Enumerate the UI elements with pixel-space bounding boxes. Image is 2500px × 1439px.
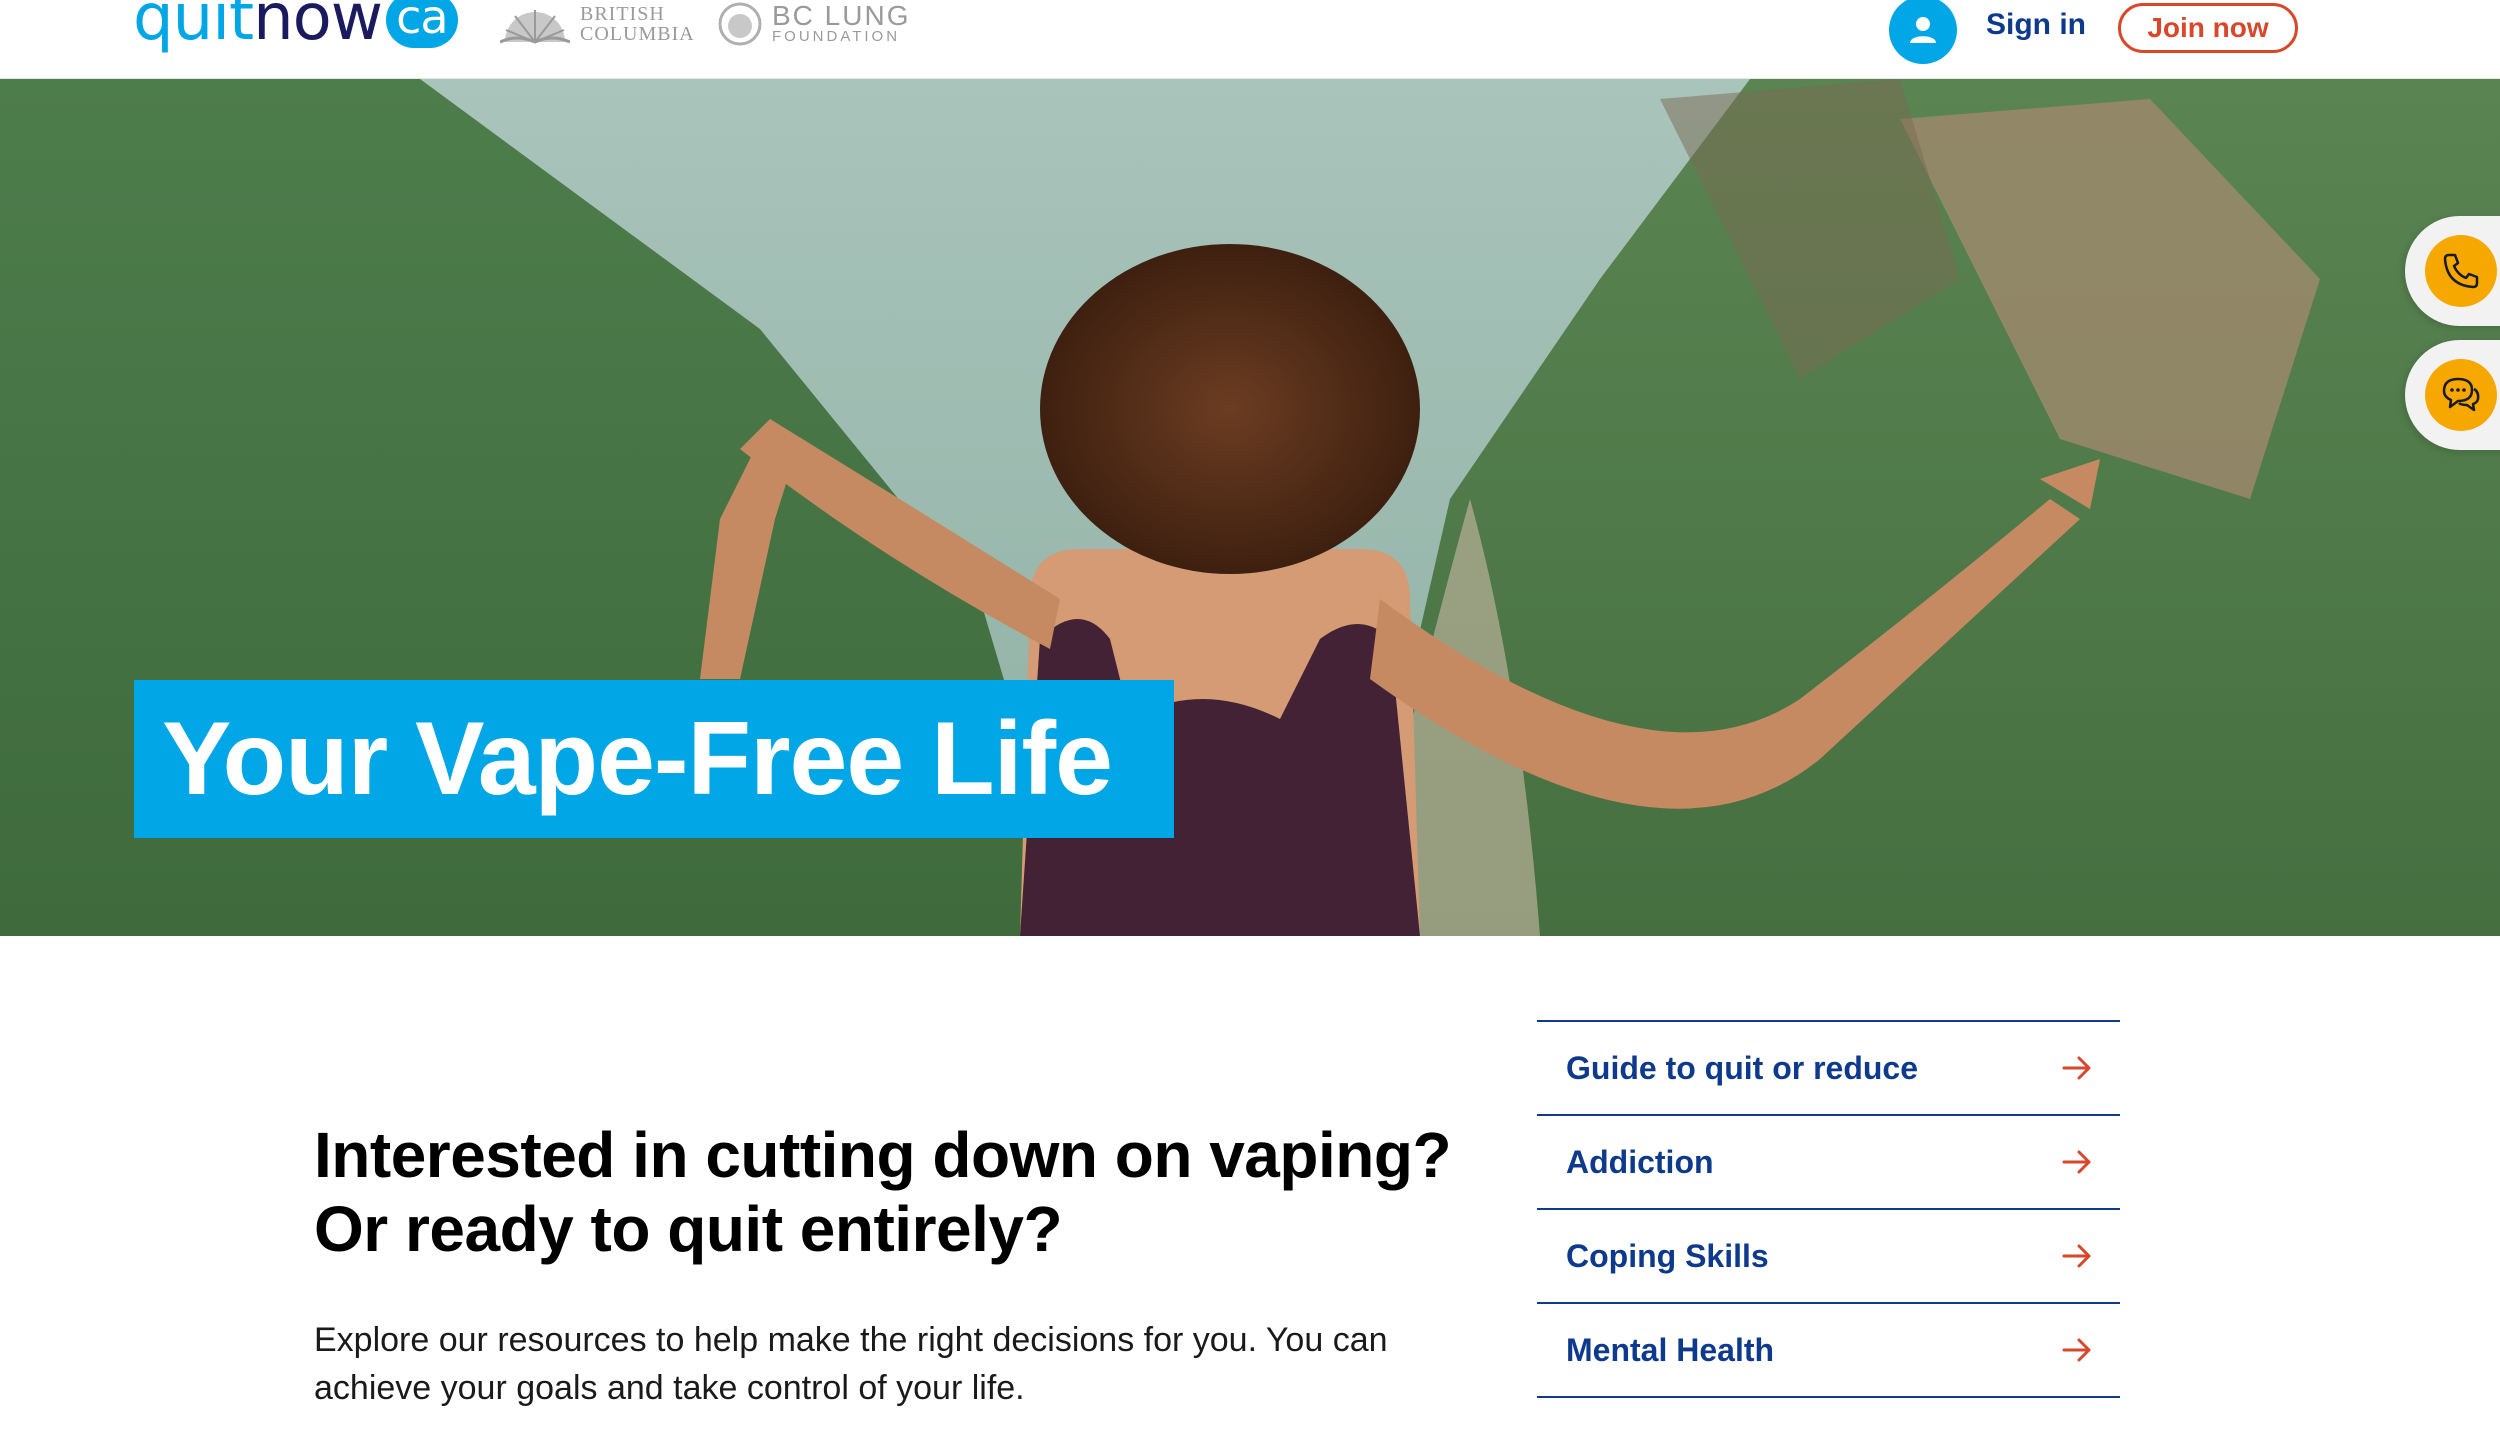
bc-lung-foundation-logo[interactable]: BC LUNG FOUNDATION <box>718 0 910 48</box>
arrow-right-icon <box>2062 1244 2091 1268</box>
lung-logo-line1: BC LUNG <box>772 0 911 31</box>
user-icon <box>1910 17 1936 43</box>
resource-link-list: Guide to quit or reduce Addiction Coping… <box>1537 1020 2120 1398</box>
link-label: Guide to quit or reduce <box>1566 1049 1919 1086</box>
arrow-right-icon <box>2062 1338 2091 1362</box>
link-label: Coping Skills <box>1566 1237 1769 1274</box>
hero-title: Your Vape-Free Life <box>134 680 1174 838</box>
account-button[interactable] <box>1889 0 1957 64</box>
link-label: Mental Health <box>1566 1331 1775 1368</box>
bc-logo-line1: BRITISH <box>580 3 665 25</box>
bc-logo-line2: COLUMBIA <box>580 23 695 45</box>
hero-banner: Your Vape-Free Life <box>0 79 2500 936</box>
link-label: Addiction <box>1566 1143 1714 1180</box>
intro-heading: Interested in cutting down on vaping? Or… <box>314 1119 1452 1265</box>
intro-body: Explore our resources to help make the r… <box>314 1321 1388 1407</box>
logo-now: now <box>253 0 383 55</box>
link-coping-skills[interactable]: Coping Skills <box>1537 1210 2120 1304</box>
chat-icon <box>2442 377 2480 412</box>
arrow-right-icon <box>2062 1150 2091 1174</box>
lung-logo-line2: FOUNDATION <box>772 28 901 45</box>
phone-icon <box>2443 253 2479 289</box>
link-addiction[interactable]: Addiction <box>1537 1116 2120 1210</box>
join-now-button[interactable]: Join now <box>2118 3 2298 53</box>
link-guide-to-quit[interactable]: Guide to quit or reduce <box>1537 1022 2120 1116</box>
link-mental-health[interactable]: Mental Health <box>1537 1304 2120 1398</box>
logo-quit: quit <box>133 0 254 55</box>
logo-ca: ca <box>386 0 458 48</box>
sun-icon <box>500 10 570 44</box>
arrow-right-icon <box>2062 1056 2091 1080</box>
british-columbia-logo[interactable]: BRITISH COLUMBIA <box>500 0 695 48</box>
site-header: quit now ca BRITISH COLUMBIA BC LUNG FOUND… <box>0 0 2500 79</box>
quitnow-logo[interactable]: quit now ca <box>133 0 458 58</box>
lung-foundation-icon <box>718 2 762 46</box>
sign-in-link[interactable]: Sign in <box>1986 8 2086 42</box>
